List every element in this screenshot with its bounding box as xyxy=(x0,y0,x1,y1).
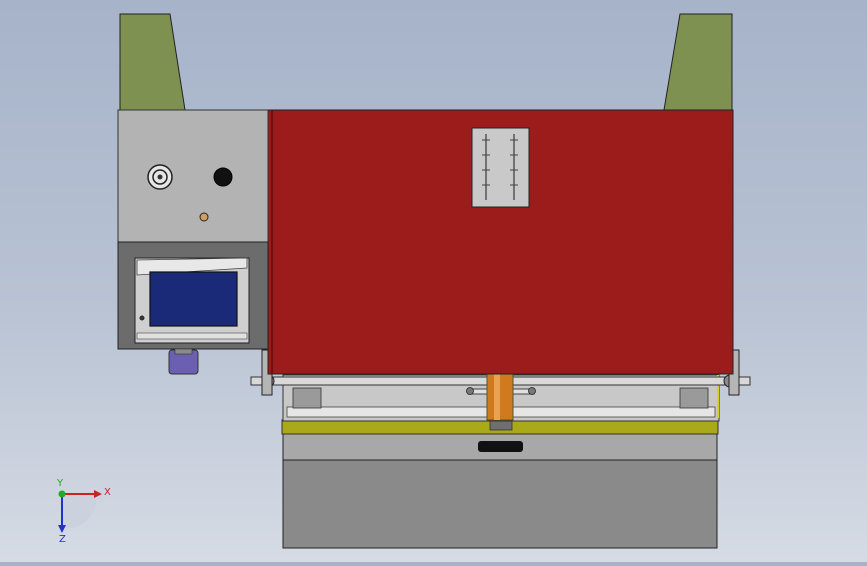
clamp-knob-left xyxy=(466,387,474,395)
screen-screw xyxy=(139,315,145,321)
right-side-plate[interactable] xyxy=(663,13,733,111)
punch-highlight xyxy=(494,373,500,420)
knob-collar xyxy=(174,348,193,355)
3d-viewport[interactable]: X Y Z xyxy=(0,0,867,562)
z-axis-label: Z xyxy=(59,534,66,545)
indicator-lamp[interactable] xyxy=(199,212,209,222)
gauge-stop-left[interactable] xyxy=(292,387,322,409)
emergency-button[interactable] xyxy=(213,167,233,187)
die-slot-handle[interactable] xyxy=(478,441,523,452)
axis-triad: X Y Z xyxy=(40,478,120,548)
triad-shade xyxy=(62,494,97,529)
y-axis-label: Y xyxy=(57,478,64,489)
press-brake-model[interactable] xyxy=(0,0,867,562)
y-axis-dot-icon xyxy=(58,490,66,498)
control-box[interactable] xyxy=(117,109,269,243)
left-side-plate[interactable] xyxy=(119,13,186,111)
screen-foot xyxy=(136,332,248,340)
z-axis-head-icon xyxy=(58,525,66,533)
scale-plate[interactable] xyxy=(471,127,530,208)
display-screen[interactable] xyxy=(149,271,238,327)
machine-base[interactable] xyxy=(282,459,718,549)
x-axis-head-icon xyxy=(94,490,102,498)
gauge-stop-right[interactable] xyxy=(679,387,709,409)
x-axis-label: X xyxy=(104,487,111,498)
key-switch-center xyxy=(157,174,163,180)
clamp-knob-right xyxy=(528,387,536,395)
